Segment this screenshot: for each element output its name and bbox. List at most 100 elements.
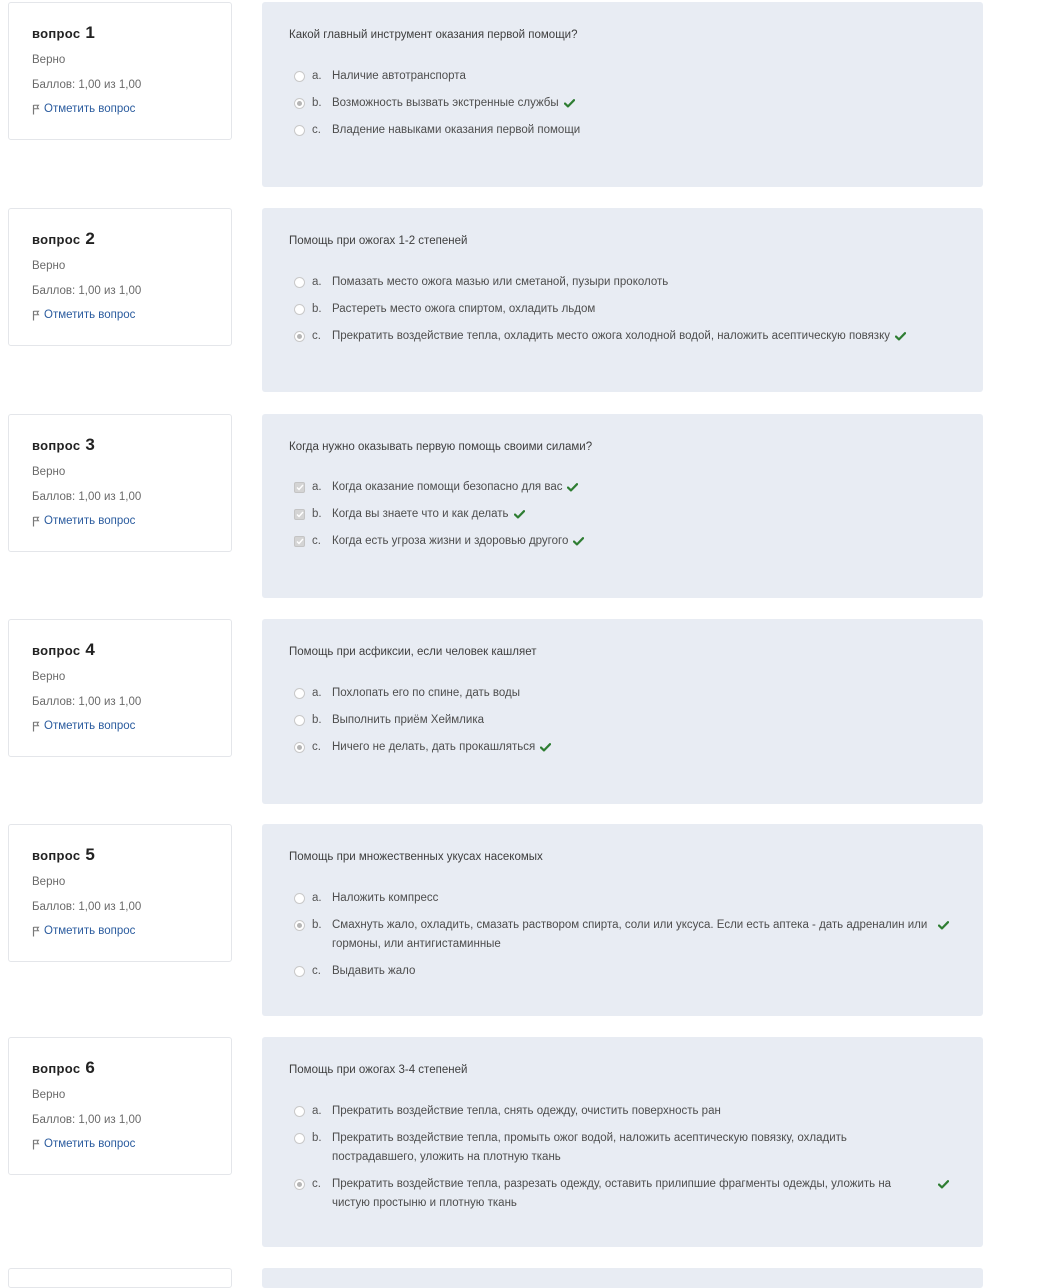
answer-option[interactable]: c. Выдавить жало <box>294 962 934 981</box>
answer-letter: b. <box>312 508 322 520</box>
answer-option[interactable]: b. Возможность вызвать экстренные службы <box>294 94 934 113</box>
answer-checkbox[interactable] <box>294 509 305 520</box>
answer-radio[interactable] <box>294 742 305 753</box>
answer-checkbox[interactable] <box>294 482 305 493</box>
quiz-review-page: вопрос 1 Верно Баллов: 1,00 из 1,00 Отметить… <box>0 0 1062 1280</box>
answer-option[interactable]: a. Наличие автотранспорта <box>294 67 934 86</box>
correct-check-icon <box>513 510 525 519</box>
question-number: 1 <box>85 23 96 42</box>
answer-radio[interactable] <box>294 277 305 288</box>
answer-option[interactable]: c. Прекратить воздействие тепла, разрезат… <box>294 1175 949 1213</box>
answer-radio[interactable] <box>294 688 305 699</box>
question-number-label: вопрос 2 <box>32 229 95 249</box>
answer-checkbox[interactable] <box>294 536 305 547</box>
answer-option[interactable]: b. Выполнить приём Хеймлика <box>294 711 934 730</box>
answer-radio[interactable] <box>294 893 305 904</box>
answer-radio[interactable] <box>294 715 305 726</box>
question-prefix: вопрос <box>32 26 81 41</box>
flag-question-link[interactable]: Отметить вопрос <box>32 103 135 115</box>
question-info-box: вопрос 3 Верно Баллов: 1,00 из 1,00 Отметить… <box>8 414 232 552</box>
flag-question-link[interactable]: Отметить вопрос <box>32 1138 135 1150</box>
question-content-panel: Помощь при асфиксии, если человек кашляе… <box>262 619 983 804</box>
question-info-box-partial <box>8 1268 232 1288</box>
correct-check-icon <box>540 743 552 752</box>
question-number: 4 <box>85 640 96 659</box>
flag-question-label: Отметить вопрос <box>44 309 136 321</box>
answer-letter: b. <box>312 303 322 315</box>
question-prefix: вопрос <box>32 232 81 247</box>
answer-option[interactable]: b. Когда вы знаете что и как делать <box>294 505 934 524</box>
answer-text: Выполнить приём Хеймлика <box>332 714 484 726</box>
answer-text: Прекратить воздействие тепла, разрезать … <box>332 1178 892 1209</box>
answer-option[interactable]: a. Прекратить воздействие тепла, снять од… <box>294 1102 934 1121</box>
question-text: Помощь при ожогах 1-2 степеней <box>289 235 468 247</box>
flag-question-link[interactable]: Отметить вопрос <box>32 515 135 527</box>
answer-radio[interactable] <box>294 304 305 315</box>
answer-option[interactable]: c. Прекратить воздействие тепла, охладить… <box>294 327 934 346</box>
question-info-box: вопрос 1 Верно Баллов: 1,00 из 1,00 Отметить… <box>8 2 232 140</box>
answer-radio[interactable] <box>294 125 305 136</box>
answer-letter: b. <box>312 919 322 931</box>
question-number: 3 <box>85 435 96 454</box>
question-info-box: вопрос 6 Верно Баллов: 1,00 из 1,00 Отметить… <box>8 1037 232 1175</box>
question-prefix: вопрос <box>32 848 81 863</box>
question-info-box: вопрос 2 Верно Баллов: 1,00 из 1,00 Отметить… <box>8 208 232 346</box>
answer-option[interactable]: b. Прекратить воздействие тепла, промыть … <box>294 1129 934 1167</box>
question-number: 6 <box>85 1058 96 1077</box>
question-state: Верно <box>32 1089 66 1101</box>
answer-radio[interactable] <box>294 331 305 342</box>
correct-check-icon <box>938 921 949 930</box>
answer-radio[interactable] <box>294 966 305 977</box>
answer-option[interactable]: a. Похлопать его по спине, дать воды <box>294 684 934 703</box>
question-text: Какой главный инструмент оказания первой… <box>289 29 578 41</box>
question-number-label: вопрос 1 <box>32 23 95 43</box>
answer-letter: a. <box>312 70 322 82</box>
flag-question-link[interactable]: Отметить вопрос <box>32 925 135 937</box>
question-text: Когда нужно оказывать первую помощь свои… <box>289 441 593 453</box>
answer-text: Помазать место ожога мазью или сметаной,… <box>332 276 669 288</box>
flag-question-link[interactable]: Отметить вопрос <box>32 309 135 321</box>
flag-question-label: Отметить вопрос <box>44 925 136 937</box>
checkbox-check-icon <box>296 511 304 518</box>
flag-icon <box>32 104 40 114</box>
flag-question-label: Отметить вопрос <box>44 1138 136 1150</box>
answer-option[interactable]: a. Помазать место ожога мазью или сметано… <box>294 273 934 292</box>
question-content-panel: Какой главный инструмент оказания первой… <box>262 2 983 187</box>
question-info-box: вопрос 5 Верно Баллов: 1,00 из 1,00 Отметить… <box>8 824 232 962</box>
answer-radio[interactable] <box>294 1133 305 1144</box>
answer-letter: c. <box>312 330 321 342</box>
answer-radio[interactable] <box>294 920 305 931</box>
flag-icon <box>32 721 40 731</box>
correct-check-icon <box>573 537 585 546</box>
answer-option[interactable]: c. Ничего не делать, дать прокашляться <box>294 738 934 757</box>
answer-text: Растереть место ожога спиртом, охладить … <box>332 303 596 315</box>
answer-radio[interactable] <box>294 71 305 82</box>
question-state: Верно <box>32 671 66 683</box>
answer-text: Когда вы знаете что и как делать <box>332 508 509 520</box>
answer-option[interactable]: b. Растереть место ожога спиртом, охладит… <box>294 300 934 319</box>
flag-icon <box>32 1139 40 1149</box>
question-state: Верно <box>32 876 66 888</box>
answer-radio[interactable] <box>294 98 305 109</box>
answer-radio[interactable] <box>294 1179 305 1190</box>
answer-option[interactable]: b. Смахнуть жало, охладить, смазать раств… <box>294 916 949 954</box>
question-number: 5 <box>85 845 96 864</box>
answer-letter: a. <box>312 892 322 904</box>
question-grade: Баллов: 1,00 из 1,00 <box>32 696 142 708</box>
flag-question-link[interactable]: Отметить вопрос <box>32 720 135 732</box>
answer-letter: c. <box>312 965 321 977</box>
question-number-label: вопрос 4 <box>32 640 95 660</box>
answer-option[interactable]: c. Владение навыками оказания первой помо… <box>294 121 934 140</box>
question-number-label: вопрос 5 <box>32 845 95 865</box>
question-number-label: вопрос 6 <box>32 1058 95 1078</box>
answer-option[interactable]: a. Наложить компресс <box>294 889 934 908</box>
answer-letter: b. <box>312 714 322 726</box>
answer-option[interactable]: a. Когда оказание помощи безопасно для ва… <box>294 478 934 497</box>
checkbox-check-icon <box>296 484 304 491</box>
answer-radio[interactable] <box>294 1106 305 1117</box>
question-grade: Баллов: 1,00 из 1,00 <box>32 79 142 91</box>
answer-option[interactable]: c. Когда есть угроза жизни и здоровью дру… <box>294 532 934 551</box>
question-text: Помощь при ожогах 3-4 степеней <box>289 1064 468 1076</box>
question-prefix: вопрос <box>32 438 81 453</box>
answer-letter: c. <box>312 124 321 136</box>
